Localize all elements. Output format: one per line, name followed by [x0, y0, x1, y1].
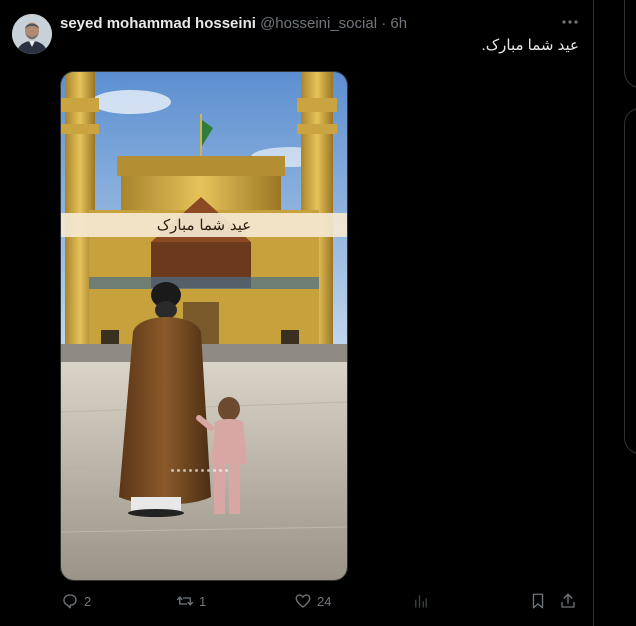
media-banner: عید شما مبارک [61, 213, 347, 237]
tweet-text: عید شما مبارک. [481, 37, 579, 54]
retweet-count: 1 [199, 593, 207, 609]
right-sidebar-card [624, 108, 636, 454]
tweet[interactable]: seyed mohammad hosseini @hosseini_social… [0, 0, 593, 626]
separator-dot: · [381, 15, 387, 32]
media-banner-text: عید شما مبارک [156, 216, 252, 234]
reply-button[interactable]: 2 [61, 590, 91, 612]
like-count: 24 [317, 593, 332, 609]
bookmark-button[interactable] [529, 590, 547, 612]
share-icon [561, 593, 575, 608]
video-progress-dots [171, 469, 228, 472]
views-icon [415, 595, 427, 608]
bookmark-icon [532, 593, 544, 609]
reply-icon [63, 594, 77, 609]
column-border [593, 0, 594, 626]
like-icon [295, 594, 311, 608]
retweet-icon [176, 596, 194, 606]
tweet-actions: 2 1 24 [0, 590, 593, 614]
author-name[interactable]: seyed mohammad hosseini [60, 15, 256, 32]
more-icon[interactable] [560, 12, 580, 32]
like-button[interactable]: 24 [294, 590, 331, 612]
right-sidebar-card-top [624, 0, 636, 88]
tweet-time[interactable]: 6h [390, 15, 407, 32]
views-button[interactable] [412, 590, 430, 612]
reply-count: 2 [84, 593, 92, 609]
author-handle[interactable]: @hosseini_social [260, 15, 377, 32]
tweet-media-video[interactable]: عید شما مبارک [60, 71, 348, 581]
retweet-button[interactable]: 1 [176, 590, 206, 612]
avatar[interactable] [12, 14, 52, 54]
share-button[interactable] [559, 590, 577, 612]
media-illustration [61, 72, 347, 580]
tweet-header: seyed mohammad hosseini @hosseini_social… [60, 14, 407, 34]
